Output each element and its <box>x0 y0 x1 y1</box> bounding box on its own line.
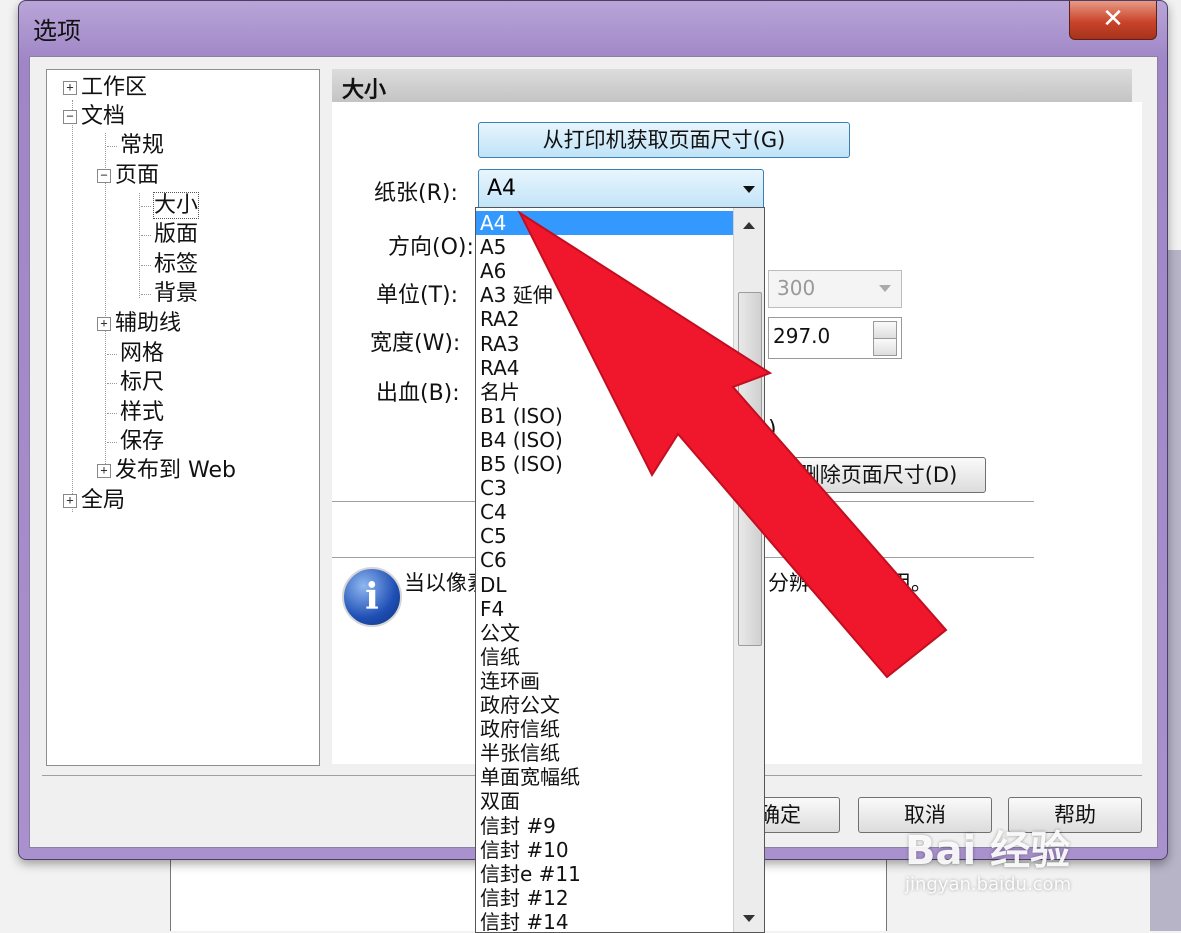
watermark-brand: Bai 经验 <box>905 828 1071 874</box>
annotation-arrow-icon <box>517 210 948 679</box>
baidu-watermark: Bai 经验 jingyan.baidu.com <box>905 818 1071 895</box>
watermark-url: jingyan.baidu.com <box>905 874 1072 895</box>
red-arrow-shape <box>517 210 948 679</box>
